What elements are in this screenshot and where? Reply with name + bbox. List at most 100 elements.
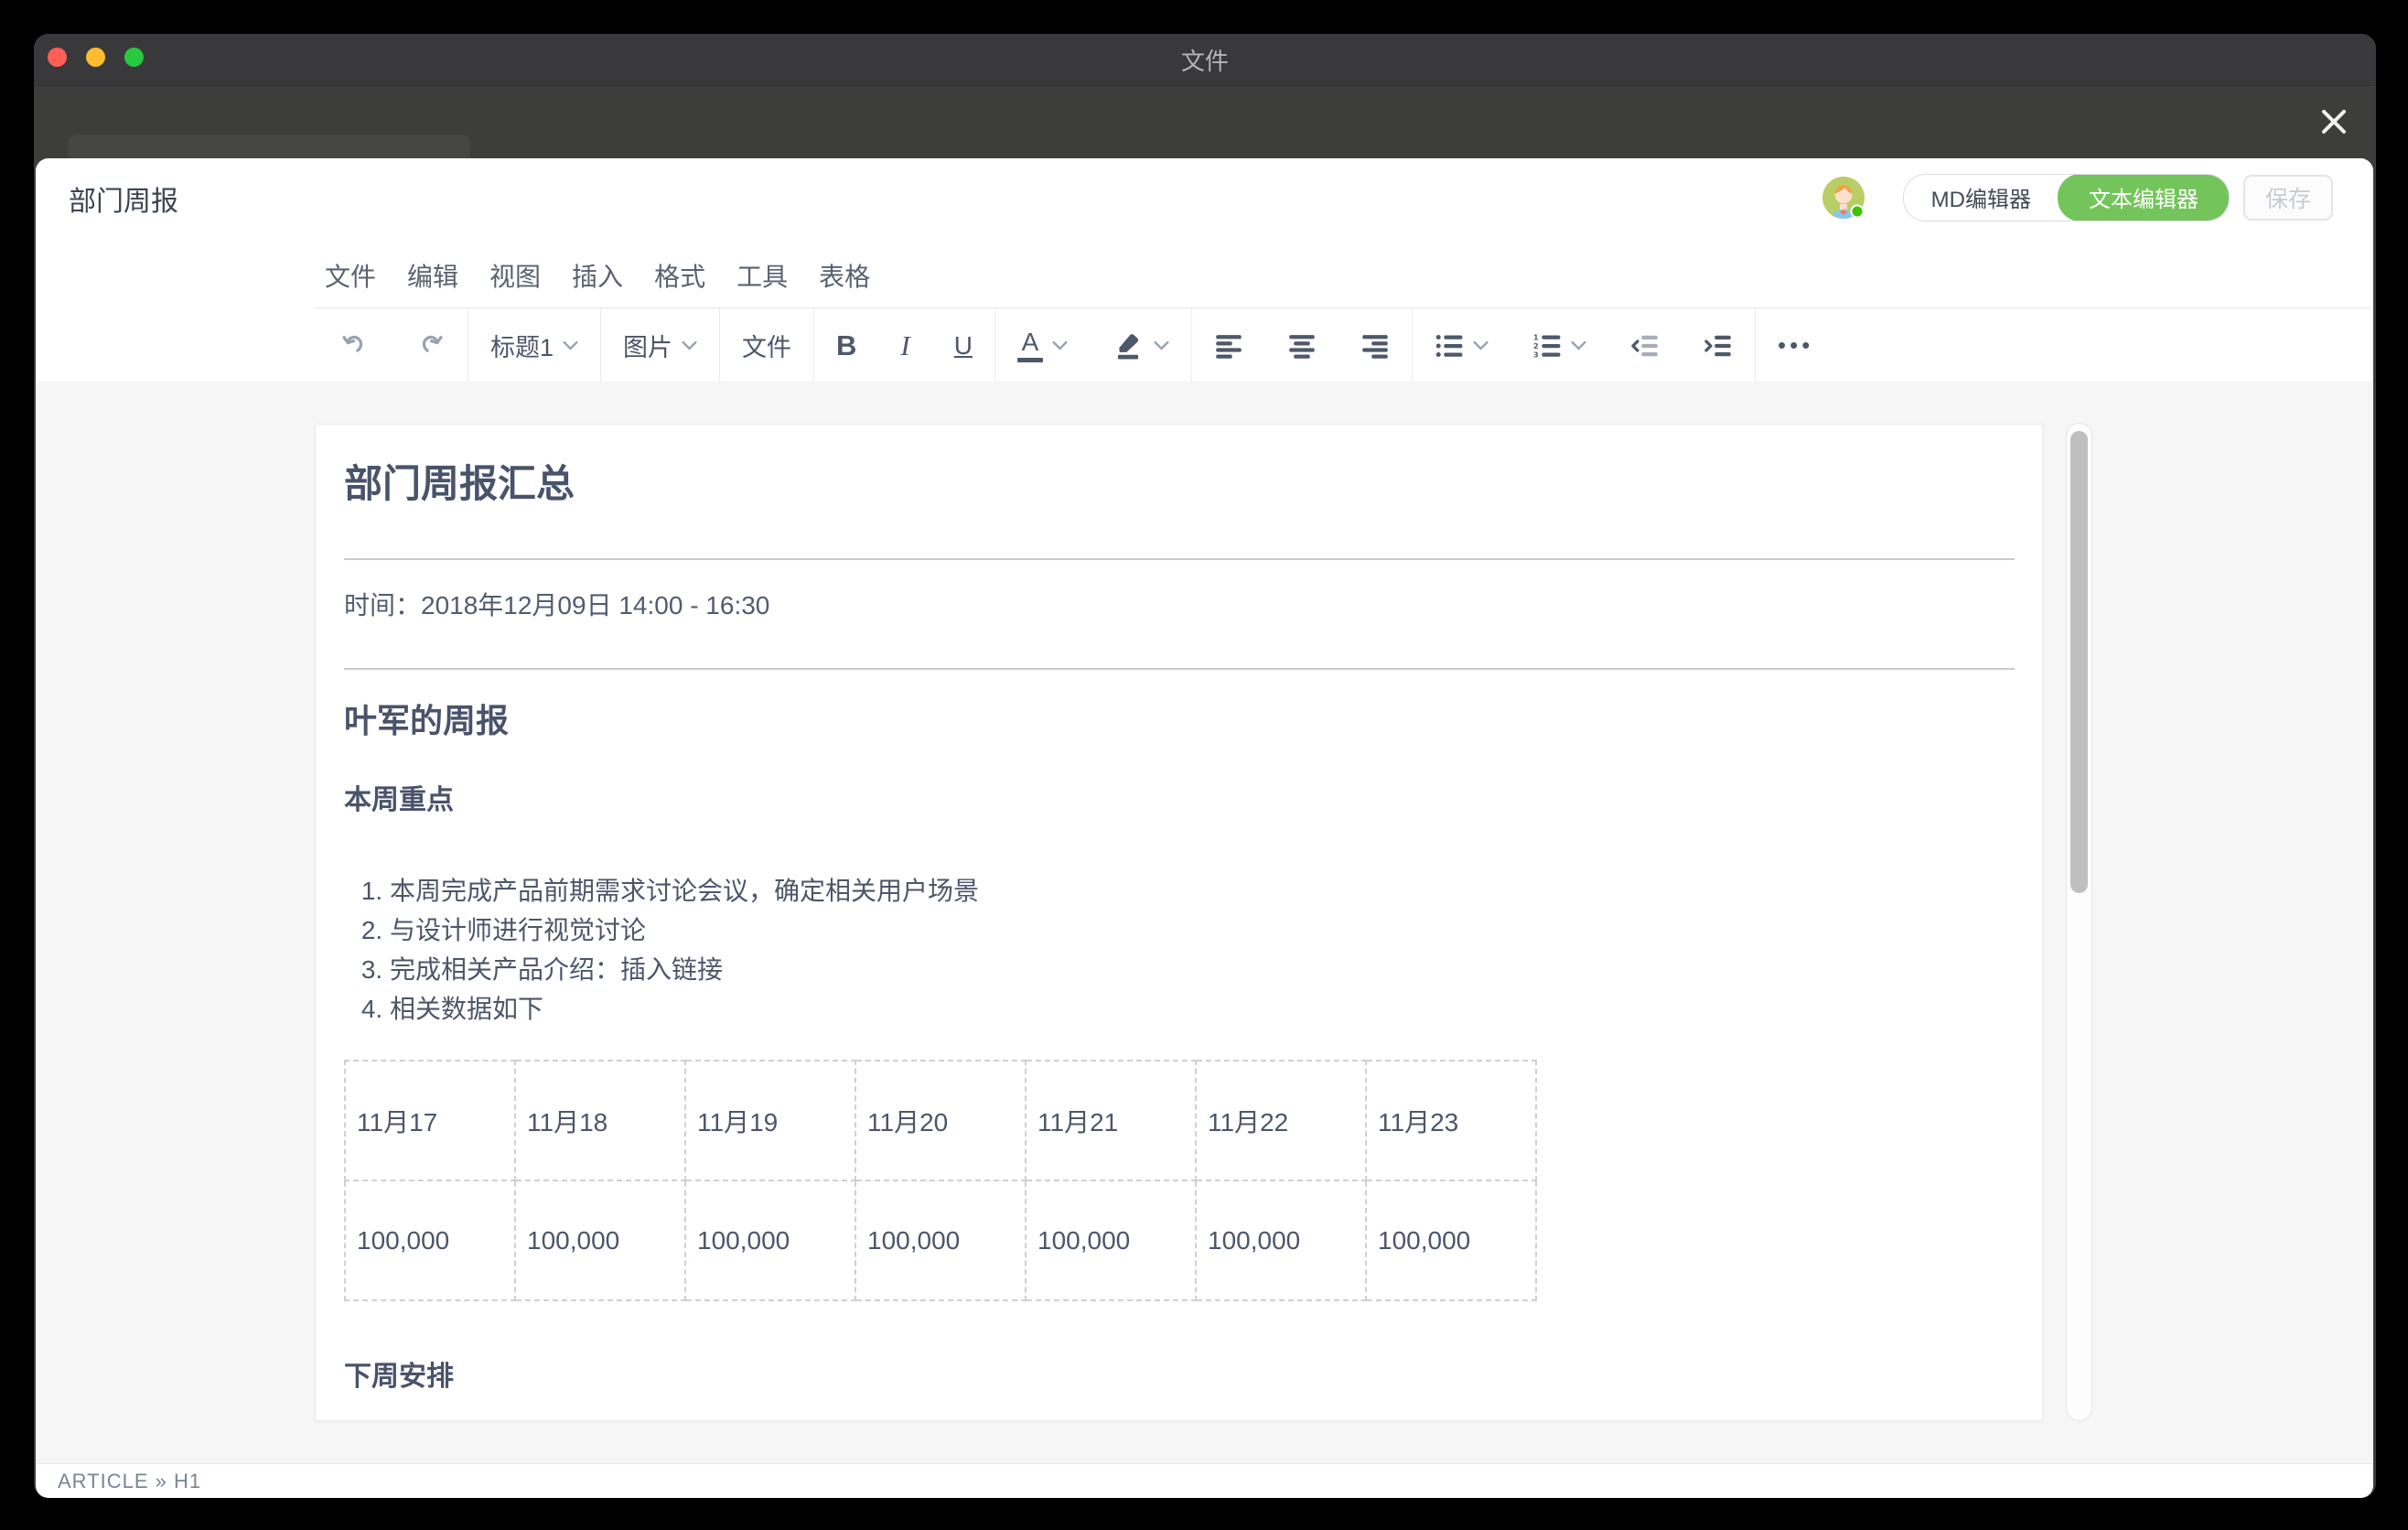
bullet-list-dropdown[interactable] (1413, 308, 1510, 382)
data-table: 11月17 11月18 11月19 11月20 11月21 11月22 11月2… (344, 1060, 1537, 1301)
table-cell: 100,000 (515, 1180, 685, 1300)
align-left-button[interactable] (1192, 308, 1265, 382)
chevron-down-icon (1473, 340, 1489, 350)
text-editor-tab[interactable]: 文本编辑器 (2058, 174, 2230, 221)
scrollbar-thumb[interactable] (2070, 431, 2088, 893)
italic-button[interactable]: I (878, 308, 931, 382)
table-cell: 11月23 (1366, 1061, 1536, 1180)
highlight-color-dropdown[interactable] (1090, 308, 1191, 382)
chevron-down-icon (1052, 340, 1068, 350)
image-dropdown[interactable]: 图片 (601, 308, 719, 382)
menu-bar: 文件 编辑 视图 插入 格式 工具 表格 (325, 252, 870, 299)
svg-text:3: 3 (1533, 350, 1539, 359)
bullet-list-icon (1435, 332, 1464, 360)
bold-button[interactable]: B (814, 308, 878, 382)
menu-table[interactable]: 表格 (819, 257, 870, 294)
numbered-list-icon: 123 (1532, 332, 1562, 360)
file-label: 文件 (742, 328, 791, 363)
image-label: 图片 (623, 328, 672, 363)
window-title: 文件 (1181, 43, 1229, 77)
window-titlebar: 文件 (34, 34, 2376, 86)
list-item: 完成相关产品介绍：插入链接 (390, 950, 2015, 989)
element-path-breadcrumb: ARTICLE » H1 (58, 1470, 201, 1493)
align-left-icon (1214, 332, 1243, 360)
underline-button[interactable]: U (932, 308, 994, 382)
more-icon: ••• (1778, 331, 1813, 360)
file-attach-button[interactable]: 文件 (720, 308, 813, 382)
minimize-window-button[interactable] (86, 48, 105, 67)
svg-text:1: 1 (1533, 333, 1539, 341)
align-right-icon (1360, 332, 1390, 360)
table-cell: 100,000 (1366, 1180, 1536, 1300)
mac-window: 文件 部门周报 (34, 34, 2376, 1498)
save-button[interactable]: 保存 (2243, 175, 2333, 221)
table-cell: 11月17 (345, 1061, 515, 1180)
doc-ordered-list: 本周完成产品前期需求讨论会议，确定相关用户场景 与设计师进行视觉讨论 完成相关产… (344, 871, 2015, 1029)
user-avatar[interactable] (1822, 177, 1865, 219)
table-cell: 11月19 (685, 1061, 855, 1180)
menu-edit[interactable]: 编辑 (407, 257, 458, 294)
svg-text:2: 2 (1533, 341, 1539, 350)
table-cell: 11月18 (515, 1061, 685, 1180)
redo-button[interactable] (392, 308, 468, 382)
list-item: 与设计师进行视觉讨论 (390, 910, 2015, 950)
doc-time-line: 时间：2018年12月09日 14:00 - 16:30 (344, 587, 2015, 624)
close-window-button[interactable] (48, 48, 67, 67)
editor-panel: 部门周报 (36, 158, 2373, 1498)
menu-tools[interactable]: 工具 (736, 257, 788, 294)
heading-style-label: 标题1 (490, 328, 554, 363)
align-center-button[interactable] (1265, 308, 1338, 382)
horizontal-rule (344, 668, 2015, 670)
menu-format[interactable]: 格式 (654, 257, 705, 294)
table-cell: 100,000 (685, 1180, 855, 1300)
close-icon[interactable] (2317, 105, 2350, 138)
outdent-icon (1630, 332, 1660, 360)
zoom-window-button[interactable] (124, 48, 144, 67)
traffic-lights (48, 48, 144, 67)
table-cell: 100,000 (1026, 1180, 1196, 1300)
screen: 文件 部门周报 (0, 0, 2408, 1530)
font-color-dropdown[interactable]: A (995, 308, 1090, 382)
align-center-icon (1287, 332, 1317, 360)
highlighter-icon (1112, 330, 1145, 361)
md-editor-tab[interactable]: MD编辑器 (1904, 175, 2059, 221)
doc-heading-3: 本周重点 (344, 781, 2015, 820)
chevron-down-icon (682, 340, 697, 350)
chevron-down-icon (1571, 340, 1586, 350)
outdent-button[interactable] (1608, 308, 1682, 382)
numbered-list-dropdown[interactable]: 123 (1510, 308, 1608, 382)
chevron-down-icon (563, 340, 578, 350)
document-backdrop: 部门周报汇总 时间：2018年12月09日 14:00 - 16:30 叶军的周… (36, 382, 2373, 1464)
vertical-scrollbar[interactable] (2066, 423, 2092, 1421)
table-cell: 100,000 (345, 1180, 515, 1300)
table-cell: 100,000 (1196, 1180, 1366, 1300)
table-cell: 11月22 (1196, 1061, 1366, 1180)
editor-toolbar: 标题1 图片 文件 B I (314, 307, 2373, 383)
table-cell: 11月20 (855, 1061, 1026, 1180)
editor-mode-toggle: MD编辑器 文本编辑器 (1903, 174, 2230, 221)
list-item: 相关数据如下 (390, 989, 2015, 1029)
table-cell: 11月21 (1026, 1061, 1196, 1180)
table-row: 11月17 11月18 11月19 11月20 11月21 11月22 11月2… (345, 1061, 1536, 1180)
indent-icon (1704, 332, 1733, 360)
document-page[interactable]: 部门周报汇总 时间：2018年12月09日 14:00 - 16:30 叶军的周… (315, 424, 2043, 1421)
status-bar: ARTICLE » H1 (36, 1463, 2373, 1498)
doc-heading-1: 部门周报汇总 (344, 458, 2015, 511)
header-actions: MD编辑器 文本编辑器 保存 (1822, 158, 2333, 236)
menu-file[interactable]: 文件 (325, 257, 376, 294)
more-tools-button[interactable]: ••• (1756, 308, 1835, 382)
horizontal-rule (344, 558, 2015, 560)
menu-insert[interactable]: 插入 (572, 257, 623, 294)
document-title: 部门周报 (69, 178, 178, 219)
list-item: 本周完成产品前期需求讨论会议，确定相关用户场景 (390, 871, 2015, 910)
font-color-icon: A (1017, 329, 1043, 362)
heading-style-dropdown[interactable]: 标题1 (468, 308, 600, 382)
align-right-button[interactable] (1338, 308, 1412, 382)
redo-icon (414, 330, 446, 361)
chevron-down-icon (1154, 340, 1169, 350)
doc-heading-2: 叶军的周报 (344, 697, 2015, 745)
menu-view[interactable]: 视图 (489, 257, 541, 294)
undo-button[interactable] (314, 308, 392, 382)
indent-button[interactable] (1682, 308, 1755, 382)
table-cell: 100,000 (855, 1180, 1026, 1300)
